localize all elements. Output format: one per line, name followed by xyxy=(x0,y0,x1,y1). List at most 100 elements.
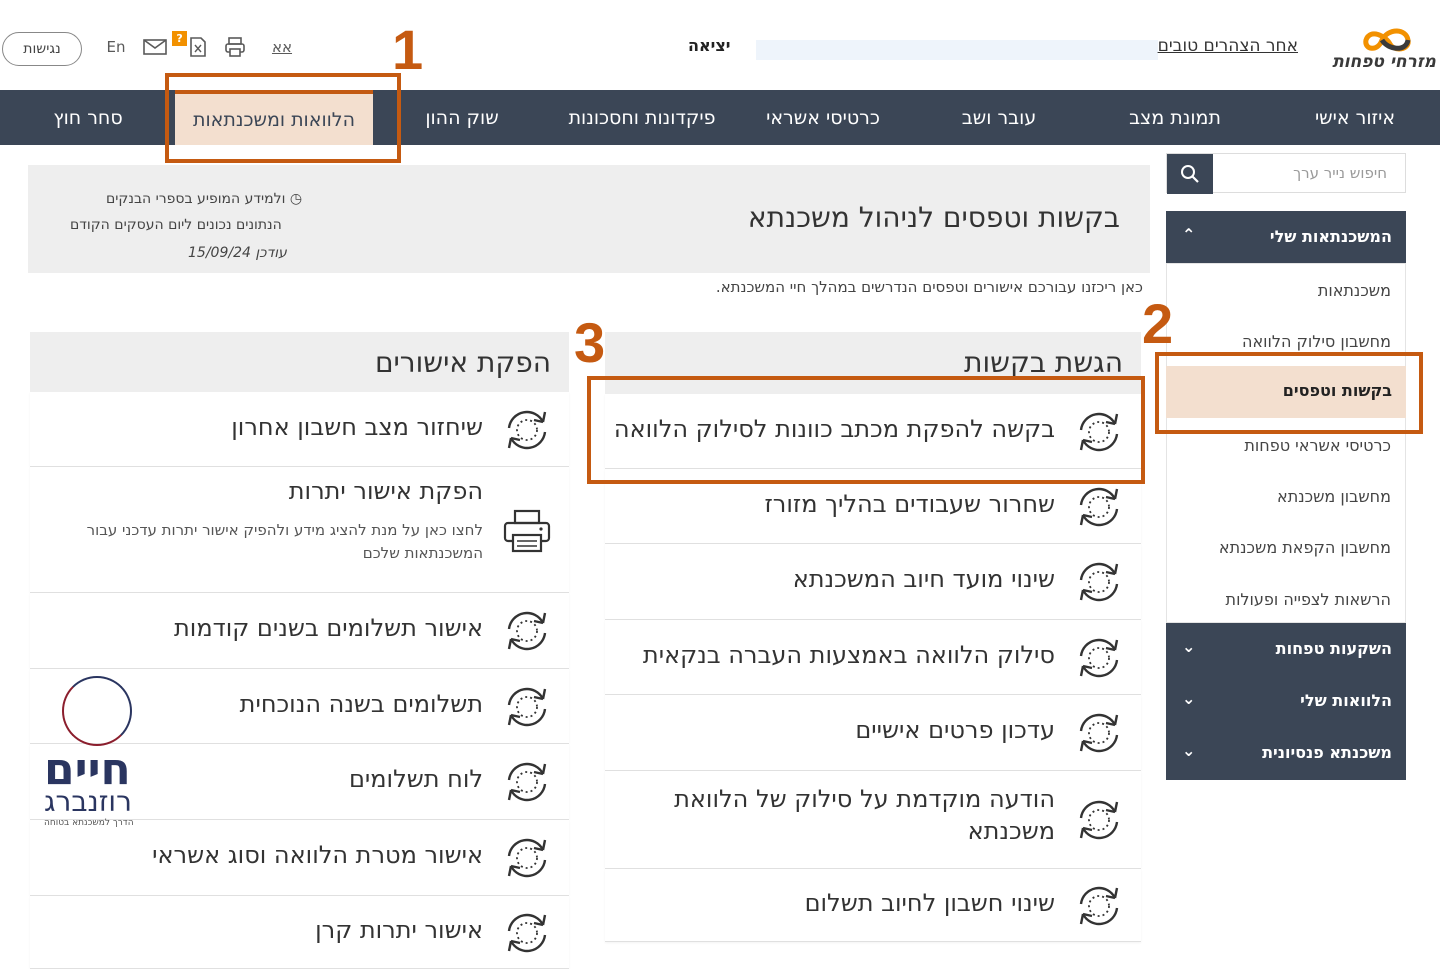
chevron-down-icon: ⌄ xyxy=(1182,637,1196,656)
row-label: שחרור שעבודים בהליך מזורז xyxy=(764,490,1056,518)
row-label: תשלומים בשנה הנוכחית xyxy=(239,690,483,718)
refresh-icon xyxy=(499,830,555,886)
language-label: En xyxy=(106,38,126,56)
refresh-icon xyxy=(499,402,555,458)
nav-personal-area[interactable]: איזור אישי xyxy=(1290,90,1420,145)
bank-name: מזרחי טפחות xyxy=(1332,52,1436,72)
row-label: אישור תשלומים בשנים קודמות xyxy=(174,614,483,642)
print-button[interactable] xyxy=(222,34,248,60)
data-info-line: הנתונים נכונים ליום העסקים הקודם xyxy=(70,217,282,233)
nav-status[interactable]: תמונת מצב xyxy=(1108,90,1242,145)
search-icon xyxy=(1181,165,1199,183)
search-input[interactable]: חיפוש נייר ערך xyxy=(1293,164,1387,182)
greeting-bar xyxy=(756,40,1158,60)
refresh-icon xyxy=(1071,878,1127,934)
data-info-line: ◷ ולמידע המופיע בספרי הבנקים xyxy=(106,191,302,207)
row-label: שינוי מועד חיוב המשכנתא xyxy=(792,565,1055,593)
approvals-card-header: הפקת אישורים xyxy=(30,332,569,394)
request-item[interactable]: עדכון פרטים אישיים xyxy=(605,695,1141,771)
watermark-logo-icon xyxy=(62,676,132,746)
language-button[interactable]: En xyxy=(102,34,130,60)
sidebar-group-pension-mortgage[interactable]: משכנתא פנסיונית ⌄ xyxy=(1166,727,1406,780)
sidebar-group-my-loans[interactable]: הלוואות שלי ⌄ xyxy=(1166,675,1406,727)
mail-button[interactable] xyxy=(142,34,168,60)
row-label: הודעה מוקדמת על סילוק של הלוואת משכנתא xyxy=(674,785,1055,846)
approval-item[interactable]: אישור תשלומים בשנים קודמות xyxy=(30,593,569,669)
accessibility-button[interactable]: נגישות xyxy=(2,32,82,66)
request-item[interactable]: שינוי חשבון לחיוב תשלום xyxy=(605,869,1141,942)
refresh-icon xyxy=(1071,630,1127,686)
mail-icon xyxy=(143,39,167,55)
refresh-icon xyxy=(1071,705,1127,761)
sidebar-item-mortgage-calc[interactable]: מחשבון משכנתא xyxy=(1277,487,1391,506)
nav-capital-market[interactable]: שוק ההון xyxy=(410,90,514,145)
security-search: חיפוש נייר ערך xyxy=(1166,153,1406,194)
row-description: לחצו כאן על מנת להציג מידע ולהפיק אישור … xyxy=(86,521,483,562)
sidebar-group-label: המשכנתאות שלי xyxy=(1269,227,1392,246)
approvals-card: הפקת אישורים שיחזור מצב חשבון אחרון הפקת … xyxy=(30,332,569,969)
approval-item[interactable]: הפקת אישור יתרות לחצו כאן על מנת להציג מי… xyxy=(30,467,569,593)
nav-checking[interactable]: עובר ושב xyxy=(934,90,1064,145)
sidebar-item-permissions[interactable]: הרשאות לצפייה ופעולות xyxy=(1226,590,1391,609)
chevron-down-icon: ⌄ xyxy=(1182,689,1196,708)
row-label: לוח תשלומים xyxy=(348,765,483,793)
row-label: שינוי חשבון לחיוב תשלום xyxy=(804,889,1055,917)
annotation-box-request xyxy=(587,376,1145,484)
sidebar-item-credit-cards[interactable]: כרטיסי אשראי טפחות xyxy=(1244,436,1391,455)
page-subtitle: כאן ריכזנו עבורכם אישורים וטפסים הנדרשים… xyxy=(715,278,1143,296)
printer-icon xyxy=(499,503,555,559)
row-label: סילוק הלוואה באמצעות העברה בנקאית xyxy=(642,641,1055,669)
sidebar-item-mortgages[interactable]: משכנתאות xyxy=(1318,281,1391,300)
info-text: ולמידע המופיע בספרי הבנקים xyxy=(106,191,286,207)
refresh-icon xyxy=(1071,554,1127,610)
refresh-icon xyxy=(499,603,555,659)
refresh-icon xyxy=(1071,479,1127,535)
approvals-card-title: הפקת אישורים xyxy=(374,346,551,379)
page-title: בקשות וטפסים לניהול משכנתא xyxy=(747,201,1120,234)
refresh-icon xyxy=(499,679,555,735)
nav-credit-cards[interactable]: כרטיסי אשראי xyxy=(752,90,894,145)
sidebar-group-label: משכנתא פנסיונית xyxy=(1262,743,1392,762)
annotation-number-2: 2 xyxy=(1142,292,1174,355)
annotation-box-nav xyxy=(165,73,401,163)
request-item[interactable]: סילוק הלוואה באמצעות העברה בנקאית xyxy=(605,620,1141,695)
last-updated: עודכן 15/09/24 xyxy=(188,245,287,261)
nav-deposits[interactable]: פיקדונות וחסכונות xyxy=(556,90,728,145)
approval-item[interactable]: אישור יתרות קרן xyxy=(30,896,569,969)
document-icon xyxy=(190,37,206,57)
sidebar-item-loan-payoff-calc[interactable]: מחשבון סילוק הלוואה xyxy=(1242,332,1391,351)
document-button[interactable] xyxy=(186,34,210,60)
approval-item[interactable]: אישור מטרת הלוואה וסוג אשראי xyxy=(30,820,569,896)
sidebar-list: משכנתאות מחשבון סילוק הלוואה כרטיסי אשרא… xyxy=(1166,263,1406,623)
page-header-panel: בקשות וטפסים לניהול משכנתא ◷ ולמידע המופ… xyxy=(28,165,1150,273)
sidebar-group-label: השקעות טפחות xyxy=(1275,639,1392,658)
watermark-tagline: הדרך למשכנתא בטוחה xyxy=(44,818,134,828)
row-label: אישור מטרת הלוואה וסוג אשראי xyxy=(152,841,483,869)
greeting-link[interactable]: אחר הצהרים טובים xyxy=(1158,36,1298,56)
sidebar-item-freeze-calc[interactable]: מחשבון הקפאת משכנתא xyxy=(1219,538,1391,557)
search-button[interactable] xyxy=(1167,154,1213,194)
refresh-icon xyxy=(1071,792,1127,848)
sidebar-group-label: הלוואות שלי xyxy=(1300,691,1392,710)
help-badge[interactable]: ? xyxy=(172,31,187,46)
sidebar-group-my-mortgages[interactable]: המשכנתאות שלי ⌃ xyxy=(1166,211,1406,263)
row-label: עדכון פרטים אישיים xyxy=(855,716,1055,744)
refresh-icon xyxy=(499,754,555,810)
chevron-down-icon: ⌄ xyxy=(1182,741,1196,760)
annotation-box-sidebar xyxy=(1155,352,1423,434)
watermark-surname: רוזנברג xyxy=(44,785,132,818)
logout-link[interactable]: יציאה xyxy=(688,36,731,55)
row-label: הפקת אישור יתרות xyxy=(288,477,483,505)
approval-item[interactable]: שיחזור מצב חשבון אחרון xyxy=(30,392,569,467)
requests-card-title: הגשת בקשות xyxy=(964,346,1123,379)
refresh-icon xyxy=(499,905,555,961)
request-item[interactable]: הודעה מוקדמת על סילוק של הלוואת משכנתא xyxy=(605,771,1141,869)
sidebar-group-investments[interactable]: השקעות טפחות ⌄ xyxy=(1166,623,1406,675)
request-item[interactable]: שינוי מועד חיוב המשכנתא xyxy=(605,544,1141,620)
annotation-number-1: 1 xyxy=(392,18,424,81)
nav-foreign-trade[interactable]: סחר חוץ xyxy=(38,90,138,145)
annotation-number-3: 3 xyxy=(574,311,606,374)
text-size-button[interactable]: אא xyxy=(266,34,298,60)
chevron-up-icon: ⌃ xyxy=(1182,225,1196,244)
row-label: שיחזור מצב חשבון אחרון xyxy=(231,413,483,441)
